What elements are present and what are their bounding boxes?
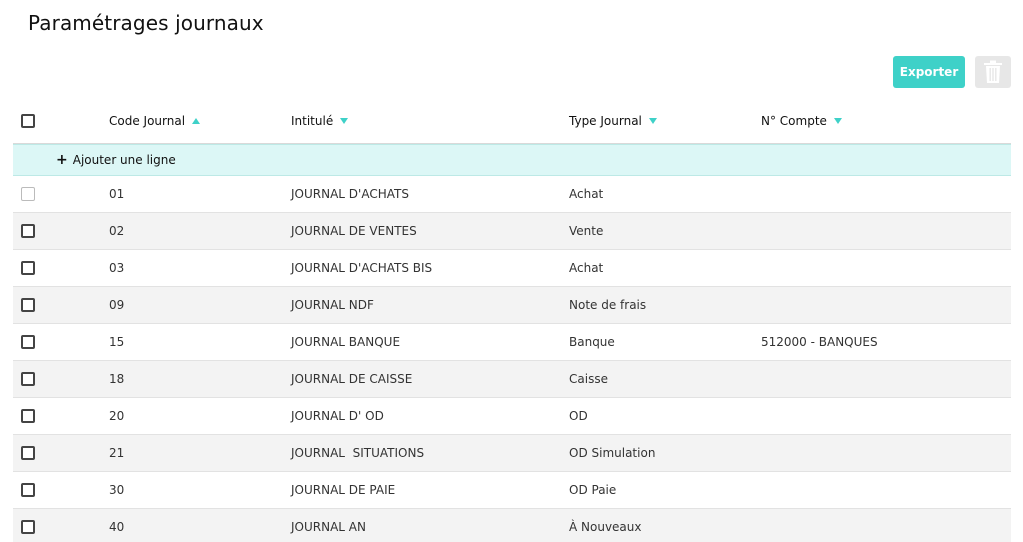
cell-code-journal: 03 (109, 261, 125, 275)
row-checkbox[interactable] (21, 187, 35, 201)
cell-intitule: JOURNAL DE PAIE (291, 483, 396, 497)
row-checkbox[interactable] (21, 446, 35, 460)
row-checkbox[interactable] (21, 224, 35, 238)
row-checkbox[interactable] (21, 483, 35, 497)
cell-type-journal: Achat (569, 261, 604, 275)
cell-intitule: JOURNAL DE VENTES (291, 224, 417, 238)
cell-code-journal: 20 (109, 409, 125, 423)
cell-type-journal: Vente (569, 224, 604, 238)
cell-code-journal: 09 (109, 298, 125, 312)
cell-code-journal: 40 (109, 520, 125, 534)
header-code-journal[interactable]: Code Journal (109, 114, 201, 128)
cell-code-journal: 30 (109, 483, 125, 497)
cell-type-journal: OD (569, 409, 588, 423)
select-all-checkbox[interactable] (21, 113, 35, 128)
header-type-journal[interactable]: Type Journal (569, 114, 657, 128)
cell-intitule: JOURNAL NDF (291, 298, 374, 312)
table-row[interactable]: 21 JOURNAL SITUATIONS OD Simulation (13, 435, 1011, 472)
delete-button[interactable] (975, 56, 1011, 88)
cell-type-journal: OD Simulation (569, 446, 656, 460)
cell-intitule: JOURNAL AN (291, 520, 366, 534)
sort-descending-icon (340, 117, 349, 124)
header-numero-compte[interactable]: N° Compte (761, 114, 842, 128)
page-title: Paramétrages journaux (28, 11, 264, 35)
table-header: Code Journal Intitulé Type Journal N° Co… (13, 98, 1011, 144)
table-row[interactable]: 18 JOURNAL DE CAISSE Caisse (13, 361, 1011, 398)
plus-icon: + (56, 152, 68, 168)
cell-numero-compte: 512000 - BANQUES (761, 335, 878, 349)
cell-code-journal: 02 (109, 224, 125, 238)
row-checkbox[interactable] (21, 298, 35, 312)
add-row[interactable]: + Ajouter une ligne (13, 144, 1011, 176)
table-row[interactable]: 20 JOURNAL D' OD OD (13, 398, 1011, 435)
row-checkbox[interactable] (21, 520, 35, 534)
cell-type-journal: Achat (569, 187, 604, 201)
cell-intitule: JOURNAL BANQUE (291, 335, 401, 349)
cell-intitule: JOURNAL DE CAISSE (291, 372, 413, 386)
cell-type-journal: Note de frais (569, 298, 647, 312)
export-button[interactable]: Exporter (893, 56, 965, 88)
row-checkbox[interactable] (21, 409, 35, 423)
sort-ascending-icon (192, 117, 201, 124)
row-checkbox[interactable] (21, 372, 35, 386)
table-row[interactable]: 40 JOURNAL AN À Nouveaux (13, 509, 1011, 542)
cell-code-journal: 01 (109, 187, 125, 201)
cell-code-journal: 15 (109, 335, 125, 349)
table-row[interactable]: 01 JOURNAL D'ACHATS Achat (13, 176, 1011, 213)
cell-type-journal: À Nouveaux (569, 520, 642, 534)
table-row[interactable]: 30 JOURNAL DE PAIE OD Paie (13, 472, 1011, 509)
row-checkbox[interactable] (21, 335, 35, 349)
sort-descending-icon (833, 117, 842, 124)
row-checkbox[interactable] (21, 261, 35, 275)
table-row[interactable]: 09 JOURNAL NDF Note de frais (13, 287, 1011, 324)
table-row[interactable]: 03 JOURNAL D'ACHATS BIS Achat (13, 250, 1011, 287)
cell-intitule: JOURNAL D' OD (291, 409, 384, 423)
header-intitule[interactable]: Intitulé (291, 114, 349, 128)
trash-icon (984, 60, 1002, 83)
cell-code-journal: 21 (109, 446, 125, 460)
add-line-link[interactable]: + Ajouter une ligne (56, 152, 176, 168)
cell-intitule: JOURNAL D'ACHATS BIS (291, 261, 433, 275)
sort-descending-icon (648, 117, 657, 124)
cell-type-journal: OD Paie (569, 483, 617, 497)
table-row[interactable]: 02 JOURNAL DE VENTES Vente (13, 213, 1011, 250)
cell-code-journal: 18 (109, 372, 125, 386)
cell-type-journal: Banque (569, 335, 615, 349)
journals-table: Code Journal Intitulé Type Journal N° Co… (13, 98, 1011, 542)
table-row[interactable]: 15 JOURNAL BANQUE Banque 512000 - BANQUES (13, 324, 1011, 361)
cell-intitule: JOURNAL D'ACHATS (291, 187, 409, 201)
cell-type-journal: Caisse (569, 372, 608, 386)
cell-intitule: JOURNAL SITUATIONS (291, 446, 425, 460)
